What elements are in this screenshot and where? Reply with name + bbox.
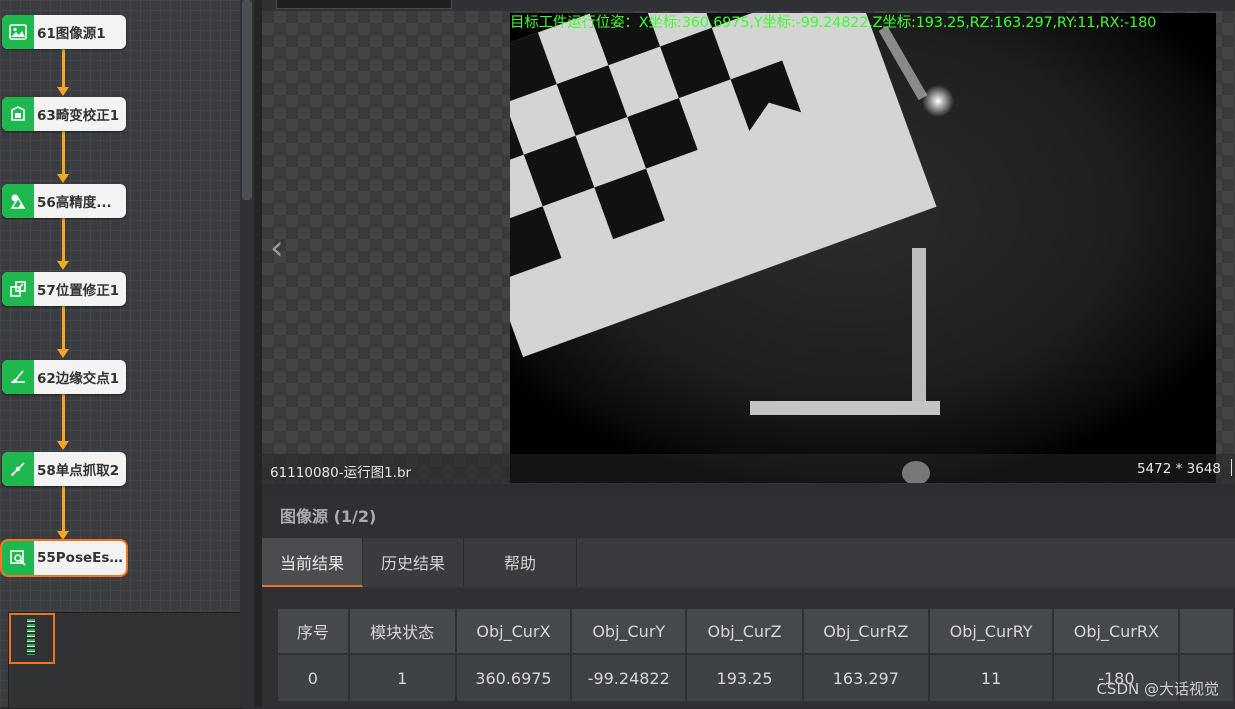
single-point-grab-icon [2, 452, 34, 486]
flow-scrollbar[interactable] [240, 0, 254, 707]
minimap-viewport[interactable] [9, 613, 55, 664]
image-viewer[interactable]: ‹ 目标工件运行位姿：X坐标:360.6975,Y坐标:-99.24822,Z坐… [262, 11, 1235, 484]
column-header[interactable]: Obj_CurY [570, 607, 688, 655]
flow-node-label: 61图像源1 [37, 26, 106, 42]
pose-overlay-text: 目标工件运行位姿：X坐标:360.6975,Y坐标:-99.24822,Z坐标:… [510, 15, 1157, 31]
flow-arrow [57, 261, 69, 270]
scrollbar-thumb[interactable] [242, 0, 252, 200]
flow-arrow [57, 174, 69, 183]
table-cell: -99.24822 [570, 653, 688, 703]
flow-connector [62, 49, 65, 87]
flow-arrow [57, 531, 69, 540]
table-cell: 163.297 [801, 653, 930, 703]
flow-node-label: 62边缘交点1 [37, 371, 120, 387]
column-header-empty [1178, 607, 1235, 655]
table-cell: 360.6975 [454, 653, 573, 703]
column-header[interactable]: Obj_CurRX [1052, 607, 1181, 655]
column-header[interactable]: 序号 [276, 607, 350, 655]
tab-current-result[interactable]: 当前结果 [262, 538, 363, 587]
flow-node-pose-estimation[interactable]: 55PoseEst... [2, 541, 126, 575]
distortion-correction-icon [2, 97, 34, 131]
image-info-bar: 61110080-运行图1.br 5472 * 3648 [262, 454, 1235, 484]
camera-image [510, 13, 1216, 483]
flow-node-label: 56高精度... [37, 195, 112, 211]
table-cell: 0 [276, 653, 350, 703]
table-row[interactable]: 0 1 360.6975 -99.24822 193.25 163.297 11… [276, 653, 1235, 703]
flow-canvas[interactable]: 61图像源1 63畸变校正1 56高精度... 57位置修正1 62边缘交点1 … [0, 0, 242, 709]
flow-node-position-correction[interactable]: 57位置修正1 [2, 272, 126, 306]
table-cell: 1 [347, 653, 457, 703]
column-header[interactable]: Obj_CurX [454, 607, 573, 655]
result-table-container: 序号 模块状态 Obj_CurX Obj_CurY Obj_CurZ Obj_C… [276, 607, 1235, 707]
flow-connector [62, 486, 65, 531]
table-cell: 193.25 [685, 653, 804, 703]
flow-connector [62, 218, 65, 261]
flow-node-single-point-grab[interactable]: 58单点抓取2 [2, 452, 126, 486]
flow-node-label: 57位置修正1 [37, 283, 120, 299]
column-header[interactable]: Obj_CurRY [927, 607, 1055, 655]
tab-help[interactable]: 帮助 [464, 538, 577, 586]
flow-connector [62, 131, 65, 174]
flow-arrow [57, 87, 69, 96]
flow-node-label: 63畸变校正1 [37, 108, 120, 124]
flow-node-high-precision[interactable]: 56高精度... [2, 184, 126, 218]
divider [1231, 459, 1232, 476]
column-header[interactable]: Obj_CurRZ [801, 607, 930, 655]
watermark: CSDN @大话视觉 [1096, 680, 1219, 698]
result-tab-bar: 当前结果 历史结果 帮助 [262, 538, 1235, 587]
flow-minimap[interactable] [8, 612, 242, 709]
position-correction-icon [2, 272, 34, 306]
flow-arrow [57, 349, 69, 358]
result-panel: 图像源 (1/2) 当前结果 历史结果 帮助 序号 模块状态 Obj_CurX … [262, 490, 1235, 707]
image-select-dropdown[interactable] [276, 0, 452, 9]
chevron-left-icon[interactable]: ‹ [270, 231, 294, 267]
flow-arrow [57, 441, 69, 450]
flow-connector [62, 394, 65, 441]
flow-node-edge-intersection[interactable]: 62边缘交点1 [2, 360, 126, 394]
tab-history-result[interactable]: 历史结果 [363, 538, 464, 586]
flow-node-label: 58单点抓取2 [37, 463, 120, 479]
pose-estimation-icon [2, 541, 34, 575]
column-header[interactable]: 模块状态 [347, 607, 457, 655]
edge-intersection-icon [2, 360, 34, 394]
flow-node-image-source[interactable]: 61图像源1 [2, 15, 126, 49]
flow-node-label: 55PoseEst... [37, 550, 126, 566]
high-precision-match-icon [2, 184, 34, 218]
flow-node-distortion-correction[interactable]: 63畸变校正1 [2, 97, 126, 131]
column-header[interactable]: Obj_CurZ [685, 607, 804, 655]
result-panel-title: 图像源 (1/2) [280, 507, 377, 526]
panel-splitter[interactable] [254, 0, 262, 707]
result-table: 序号 模块状态 Obj_CurX Obj_CurY Obj_CurZ Obj_C… [276, 607, 1235, 703]
table-header-row: 序号 模块状态 Obj_CurX Obj_CurY Obj_CurZ Obj_C… [276, 607, 1235, 655]
table-cell: 11 [927, 653, 1055, 703]
image-resolution: 5472 * 3648 [1136, 461, 1221, 477]
image-icon [2, 15, 34, 49]
image-filename: 61110080-运行图1.br [270, 465, 412, 481]
flow-connector [62, 306, 65, 349]
